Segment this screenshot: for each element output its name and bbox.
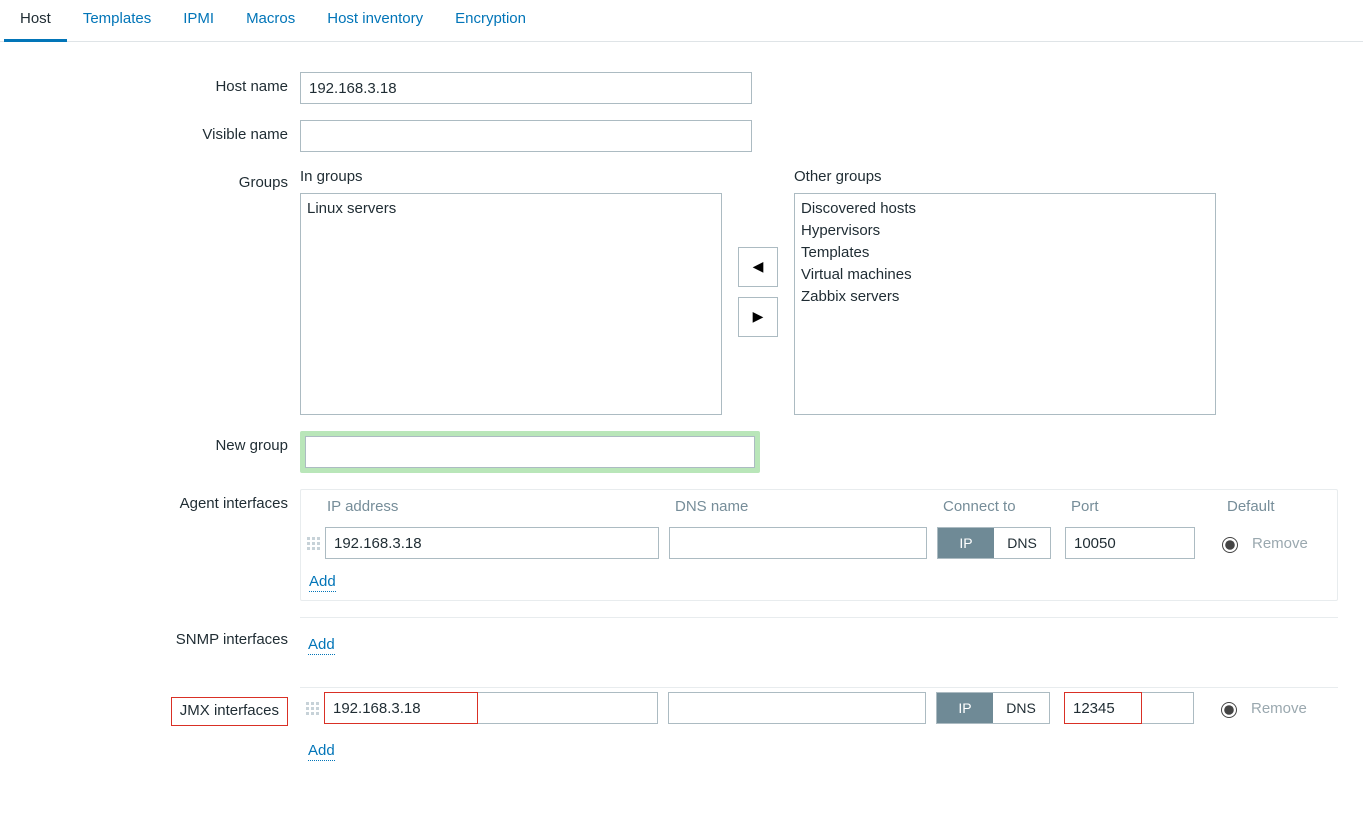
label-groups: Groups <box>0 168 300 191</box>
tab-templates[interactable]: Templates <box>67 0 167 42</box>
tab-host[interactable]: Host <box>4 0 67 42</box>
agent-ip-input[interactable] <box>325 527 659 559</box>
col-dns: DNS name <box>675 498 943 515</box>
connect-opt-ip[interactable]: IP <box>938 528 994 558</box>
agent-add-link[interactable]: Add <box>309 573 336 592</box>
jmx-default-radio[interactable] <box>1221 702 1237 718</box>
label-in-groups: In groups <box>300 168 722 185</box>
visible-name-input[interactable] <box>300 120 752 152</box>
agent-dns-input[interactable] <box>669 527 927 559</box>
other-groups-list[interactable]: Discovered hosts Hypervisors Templates V… <box>794 193 1216 415</box>
label-agent-interfaces: Agent interfaces <box>0 489 300 512</box>
jmx-interfaces-block: IP DNS Remove Add <box>300 687 1338 777</box>
host-name-input[interactable] <box>300 72 752 104</box>
jmx-add-link[interactable]: Add <box>308 742 335 761</box>
triangle-right-icon: ▶ <box>753 308 764 325</box>
agent-port-input[interactable] <box>1065 527 1195 559</box>
list-item[interactable]: Virtual machines <box>801 264 1209 286</box>
move-left-button[interactable]: ◀ <box>738 247 778 287</box>
jmx-connect-toggle[interactable]: IP DNS <box>936 692 1050 724</box>
tab-inventory[interactable]: Host inventory <box>311 0 439 42</box>
list-item[interactable]: Hypervisors <box>801 220 1209 242</box>
move-right-button[interactable]: ▶ <box>738 297 778 337</box>
list-item[interactable]: Discovered hosts <box>801 198 1209 220</box>
jmx-ip-input[interactable] <box>324 692 658 724</box>
new-group-highlight <box>300 431 760 473</box>
agent-default-radio[interactable] <box>1222 537 1238 553</box>
col-ip: IP address <box>327 498 675 515</box>
snmp-interfaces-block: Add <box>300 617 1338 671</box>
jmx-remove-link: Remove <box>1251 700 1307 717</box>
jmx-dns-input[interactable] <box>668 692 926 724</box>
tab-encryption[interactable]: Encryption <box>439 0 542 42</box>
label-snmp-interfaces: SNMP interfaces <box>0 617 300 648</box>
agent-connect-toggle[interactable]: IP DNS <box>937 527 1051 559</box>
drag-handle-icon[interactable] <box>306 702 324 715</box>
list-item[interactable]: Linux servers <box>307 198 715 220</box>
label-visible-name: Visible name <box>0 120 300 143</box>
tab-macros[interactable]: Macros <box>230 0 311 42</box>
connect-opt-dns[interactable]: DNS <box>994 528 1050 558</box>
label-other-groups: Other groups <box>794 168 1216 185</box>
tab-ipmi[interactable]: IPMI <box>167 0 230 42</box>
host-form: Host name Visible name Groups In groups … <box>0 42 1363 785</box>
col-port: Port <box>1071 498 1227 515</box>
snmp-add-link[interactable]: Add <box>308 636 335 655</box>
label-host-name: Host name <box>0 72 300 95</box>
list-item[interactable]: Templates <box>801 242 1209 264</box>
label-new-group: New group <box>0 431 300 454</box>
connect-opt-ip[interactable]: IP <box>937 693 993 723</box>
triangle-left-icon: ◀ <box>753 258 764 275</box>
in-groups-list[interactable]: Linux servers <box>300 193 722 415</box>
connect-opt-dns[interactable]: DNS <box>993 693 1049 723</box>
agent-interfaces-block: IP address DNS name Connect to Port Defa… <box>300 489 1338 601</box>
col-default: Default <box>1227 498 1317 515</box>
list-item[interactable]: Zabbix servers <box>801 286 1209 308</box>
host-tabs: Host Templates IPMI Macros Host inventor… <box>0 0 1363 42</box>
col-connect: Connect to <box>943 498 1071 515</box>
new-group-input[interactable] <box>305 436 755 468</box>
drag-handle-icon[interactable] <box>307 537 325 550</box>
agent-remove-link: Remove <box>1252 535 1308 552</box>
label-jmx-interfaces: JMX interfaces <box>0 687 300 726</box>
jmx-port-input[interactable] <box>1064 692 1194 724</box>
